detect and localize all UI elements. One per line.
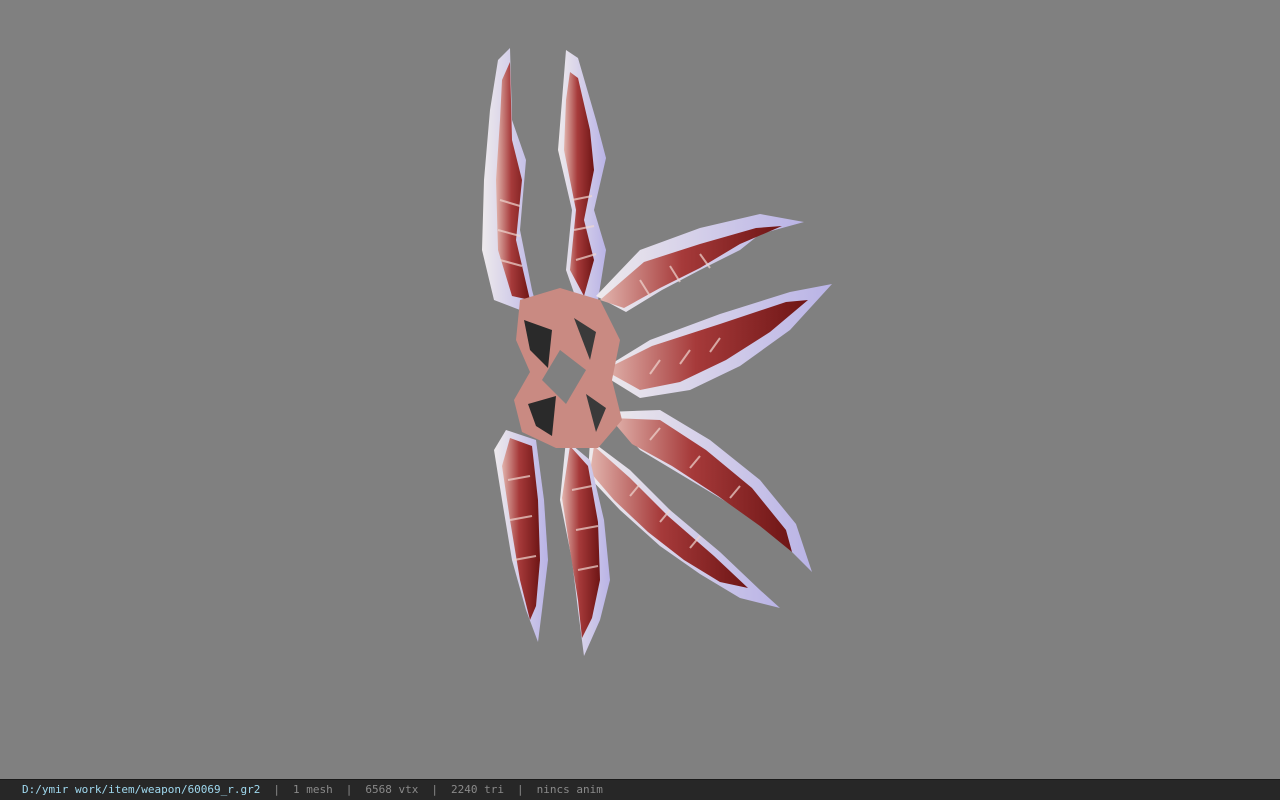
status-bar: D:/ymir work/item/weapon/60069_r.gr2 | 1 m…	[0, 779, 1280, 800]
weapon-hub	[514, 288, 622, 448]
separator: |	[345, 783, 353, 796]
triangle-count-text: 2240 tri	[451, 783, 505, 796]
mesh-count-text: 1 mesh	[293, 783, 333, 796]
claw-blade-bottom-left	[494, 430, 548, 642]
claw-blade-top-left	[482, 48, 540, 320]
claw-blade-top-center	[558, 50, 606, 310]
3d-viewport[interactable]	[0, 0, 1280, 779]
claw-blade-upper-right	[596, 214, 804, 312]
vertex-count-text: 6568 vtx	[365, 783, 419, 796]
separator: |	[517, 783, 524, 796]
separator: |	[431, 783, 439, 796]
weapon-mesh-icon	[482, 48, 832, 656]
separator: |	[273, 783, 281, 796]
animation-status-text: nincs anim	[536, 783, 603, 796]
file-path-text: D:/ymir work/item/weapon/60069_r.gr2	[22, 783, 261, 796]
